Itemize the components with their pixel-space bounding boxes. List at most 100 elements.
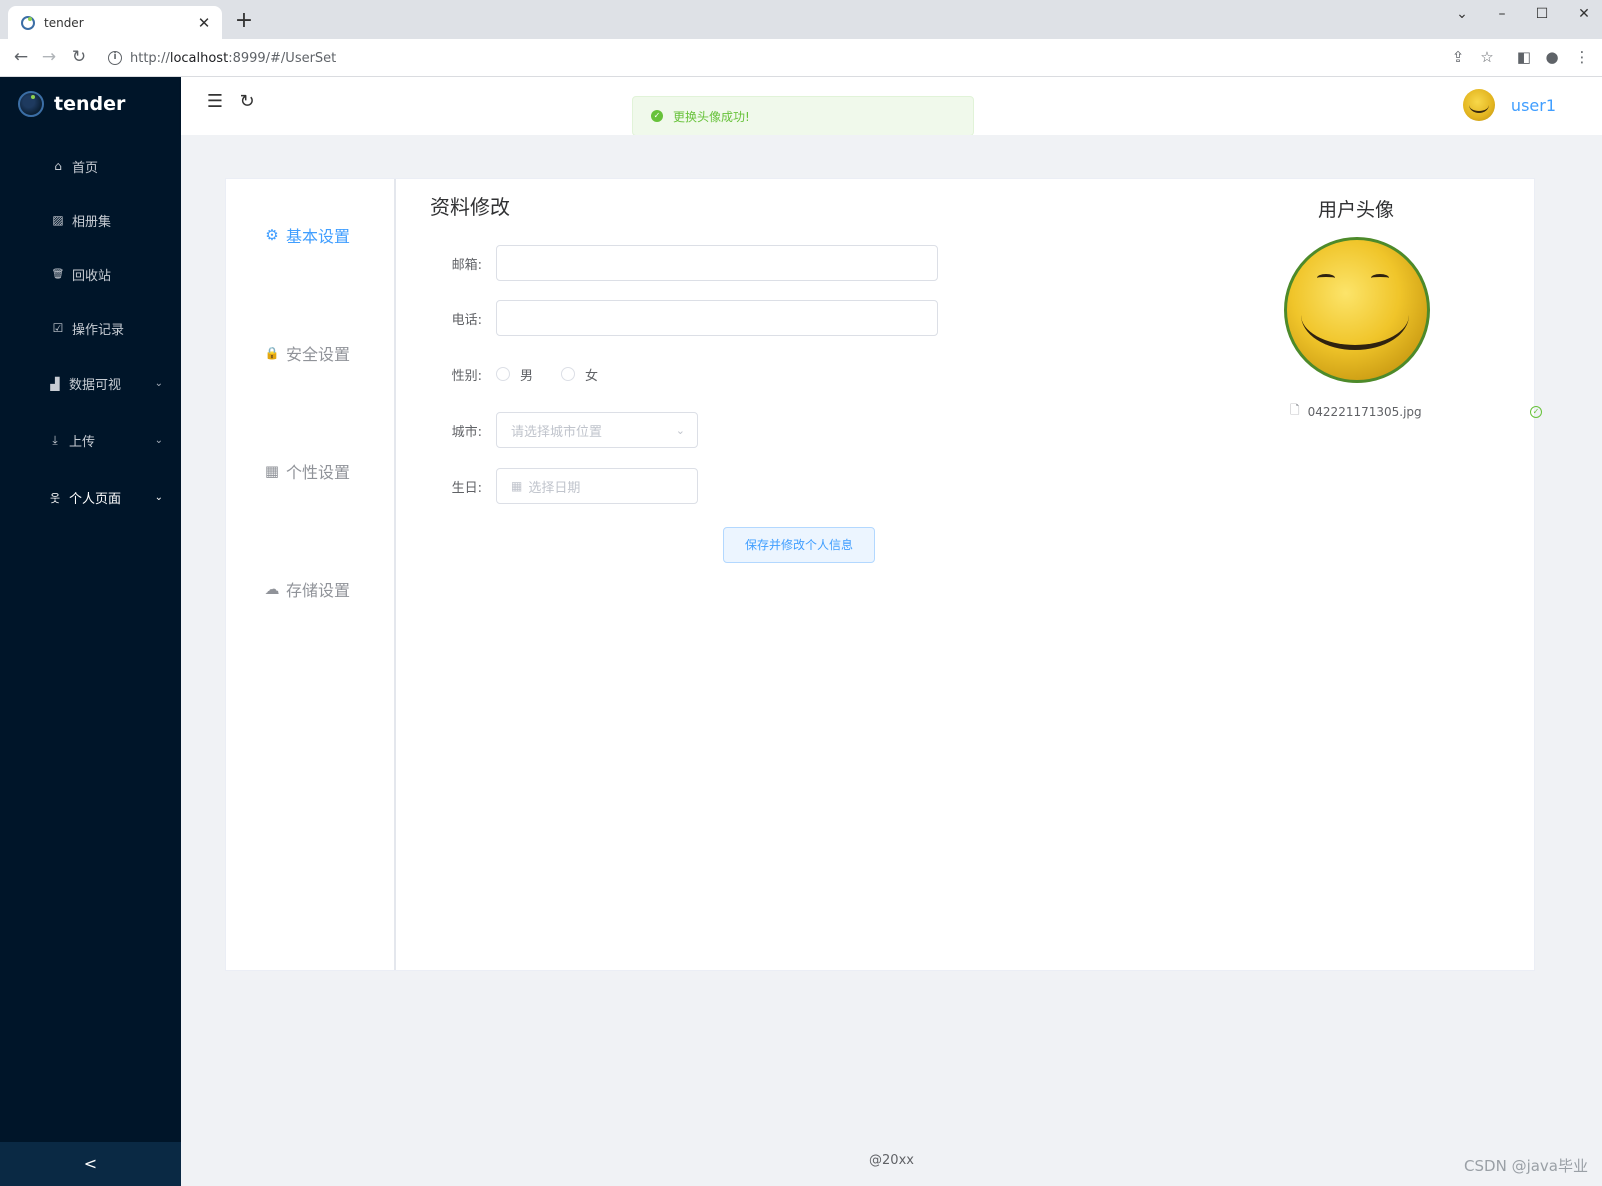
sidebar-item-upload[interactable]: ⤓ 上传 ⌄ bbox=[0, 412, 181, 469]
username[interactable]: user1 bbox=[1511, 96, 1556, 115]
email-label: 邮箱: bbox=[451, 257, 482, 273]
birthday-date-picker[interactable]: ▦ 选择日期 bbox=[496, 468, 698, 504]
sidebar-item-label: 数据可视 bbox=[69, 378, 122, 393]
brand-logo[interactable]: tender bbox=[18, 91, 125, 117]
gender-label: 性别: bbox=[451, 368, 482, 384]
settings-tab-storage[interactable]: ☁ 存储设置 bbox=[264, 577, 351, 601]
browser-tab-title: tender bbox=[44, 15, 84, 30]
birthday-row: 生日: ▦ 选择日期 bbox=[396, 467, 1256, 505]
radio-label: 男 bbox=[520, 368, 534, 384]
settings-tab-label: 个性设置 bbox=[286, 463, 351, 482]
reload-icon[interactable]: ↻ bbox=[68, 47, 90, 67]
sidebar-item-home[interactable]: ⌂ 首页 bbox=[0, 139, 181, 193]
url-host: localhost bbox=[169, 50, 229, 66]
back-arrow-icon[interactable]: ← bbox=[10, 47, 32, 67]
sidebar-item-label: 个人页面 bbox=[69, 492, 122, 507]
close-tab-icon[interactable]: ✕ bbox=[196, 14, 212, 32]
brand-name: tender bbox=[54, 93, 126, 115]
chevron-down-icon: ⌄ bbox=[675, 423, 685, 437]
sidebar-item-operation-log[interactable]: ☑ 操作记录 bbox=[0, 301, 181, 355]
close-window-icon[interactable]: ✕ bbox=[1572, 6, 1596, 22]
user-icon: 웃 bbox=[49, 491, 61, 505]
url-rest: :8999/#/UserSet bbox=[228, 50, 337, 66]
success-toast: ✓ 更换头像成功! bbox=[632, 96, 974, 136]
side-panel-icon[interactable]: ◧ bbox=[1514, 48, 1534, 66]
main-content: ⚙ 基本设置 🔒 安全设置 ▦ 个性设置 ☁ 存储设置 资料修改 邮箱: 电话:… bbox=[181, 135, 1602, 1186]
user-menu[interactable]: user1 bbox=[1462, 89, 1556, 121]
chevron-down-icon: ⌄ bbox=[154, 435, 163, 446]
header-avatar[interactable] bbox=[1462, 89, 1495, 121]
logo-mark-icon bbox=[18, 91, 44, 117]
phone-field[interactable] bbox=[496, 300, 938, 336]
chevron-down-icon: ⌄ bbox=[154, 492, 163, 503]
lock-icon: 🔒 bbox=[264, 346, 280, 360]
sidebar-item-label: 回收站 bbox=[72, 268, 112, 284]
app-sidebar: tender ⌂ 首页 ▨ 相册集 🗑 回收站 ☑ 操作记录 ▟ 数据可视 ⌄ … bbox=[0, 77, 181, 1186]
share-icon[interactable]: ⇪ bbox=[1448, 48, 1468, 66]
sidebar-collapse-button[interactable]: < bbox=[0, 1142, 181, 1186]
tab-search-icon[interactable]: ⌄ bbox=[1450, 6, 1474, 22]
settings-tab-label: 安全设置 bbox=[286, 345, 351, 364]
sidebar-item-data-visualization[interactable]: ▟ 数据可视 ⌄ bbox=[0, 355, 181, 412]
check-circle-icon: ✓ bbox=[651, 110, 663, 122]
settings-nav: ⚙ 基本设置 🔒 安全设置 ▦ 个性设置 ☁ 存储设置 bbox=[226, 179, 396, 970]
watermark: CSDN @java毕业 bbox=[1464, 1157, 1588, 1175]
tender-favicon-icon bbox=[21, 15, 35, 30]
phone-row: 电话: bbox=[396, 299, 1256, 337]
settings-tab-label: 基本设置 bbox=[286, 227, 351, 246]
calendar-check-icon: ☑ bbox=[52, 321, 64, 335]
email-field[interactable] bbox=[496, 245, 938, 281]
city-label: 城市: bbox=[451, 424, 482, 440]
address-bar[interactable]: i http://localhost:8999/#/UserSet bbox=[100, 44, 1500, 72]
more-menu-icon[interactable]: ⋮ bbox=[1572, 48, 1592, 66]
cloud-icon: ☁ bbox=[264, 580, 280, 598]
sidebar-item-label: 操作记录 bbox=[72, 322, 125, 338]
gender-male-radio[interactable]: 男 bbox=[496, 365, 533, 384]
trash-icon: 🗑 bbox=[51, 268, 65, 280]
avatar-smile bbox=[1301, 280, 1409, 350]
avatar-upload[interactable] bbox=[1284, 237, 1430, 383]
picture-icon: ▨ bbox=[52, 213, 64, 227]
bookmark-star-icon[interactable]: ☆ bbox=[1477, 48, 1497, 66]
form-title: 资料修改 bbox=[430, 195, 510, 219]
city-select[interactable]: 请选择城市位置 ⌄ bbox=[496, 412, 698, 448]
sidebar-menu: ⌂ 首页 ▨ 相册集 🗑 回收站 ☑ 操作记录 ▟ 数据可视 ⌄ ⤓ 上传 ⌄ … bbox=[0, 139, 181, 526]
minimize-window-icon[interactable]: – bbox=[1490, 6, 1514, 22]
sidebar-item-recycle-bin[interactable]: 🗑 回收站 bbox=[0, 247, 181, 301]
forward-arrow-icon[interactable]: → bbox=[38, 47, 60, 67]
menu-fold-icon[interactable]: ☰ bbox=[203, 91, 227, 112]
maximize-window-icon[interactable]: ☐ bbox=[1530, 6, 1554, 22]
sidebar-item-label: 相册集 bbox=[72, 214, 112, 230]
browser-tab[interactable]: tender ✕ bbox=[8, 6, 222, 39]
new-tab-button[interactable]: + bbox=[232, 8, 256, 33]
toast-message: 更换头像成功! bbox=[673, 109, 750, 124]
uploaded-file-name: 042221171305.jpg bbox=[1307, 404, 1422, 419]
sidebar-item-personal-page[interactable]: 웃 个人页面 ⌄ bbox=[0, 469, 181, 526]
radio-circle-icon[interactable] bbox=[496, 367, 510, 381]
refresh-icon[interactable]: ↻ bbox=[235, 91, 259, 112]
sidebar-item-albums[interactable]: ▨ 相册集 bbox=[0, 193, 181, 247]
settings-tab-label: 存储设置 bbox=[286, 581, 351, 600]
phone-label: 电话: bbox=[451, 312, 482, 328]
check-circle-icon: ✓ bbox=[1530, 405, 1542, 418]
city-row: 城市: 请选择城市位置 ⌄ bbox=[396, 411, 1256, 449]
profile-form: 资料修改 邮箱: 电话: 性别: 男 女 城市: 请选择城市位置 ⌄ 生日: ▦… bbox=[396, 179, 1256, 970]
radio-circle-icon[interactable] bbox=[561, 367, 576, 381]
uploaded-file-item[interactable]: 🗋 042221171305.jpg ✓ bbox=[1290, 401, 1542, 422]
profile-icon[interactable]: ● bbox=[1542, 48, 1562, 66]
settings-tab-personalization[interactable]: ▦ 个性设置 bbox=[264, 459, 350, 483]
radio-label: 女 bbox=[585, 368, 599, 384]
save-profile-button[interactable]: 保存并修改个人信息 bbox=[723, 527, 875, 563]
settings-tab-basic[interactable]: ⚙ 基本设置 bbox=[264, 223, 350, 247]
birthday-placeholder: 选择日期 bbox=[528, 480, 581, 496]
email-row: 邮箱: bbox=[396, 244, 1256, 282]
gender-radio-group: 男 女 bbox=[496, 365, 626, 384]
sidebar-item-label: 上传 bbox=[69, 435, 96, 450]
browser-toolbar: ← → ↻ i http://localhost:8999/#/UserSet … bbox=[0, 39, 1602, 77]
upload-icon: ⤓ bbox=[52, 433, 58, 447]
gender-female-radio[interactable]: 女 bbox=[561, 365, 598, 384]
sidebar-item-label: 首页 bbox=[72, 160, 99, 176]
settings-tab-security[interactable]: 🔒 安全设置 bbox=[264, 341, 351, 365]
gear-icon: ⚙ bbox=[265, 226, 279, 244]
site-info-icon[interactable]: i bbox=[108, 51, 122, 65]
